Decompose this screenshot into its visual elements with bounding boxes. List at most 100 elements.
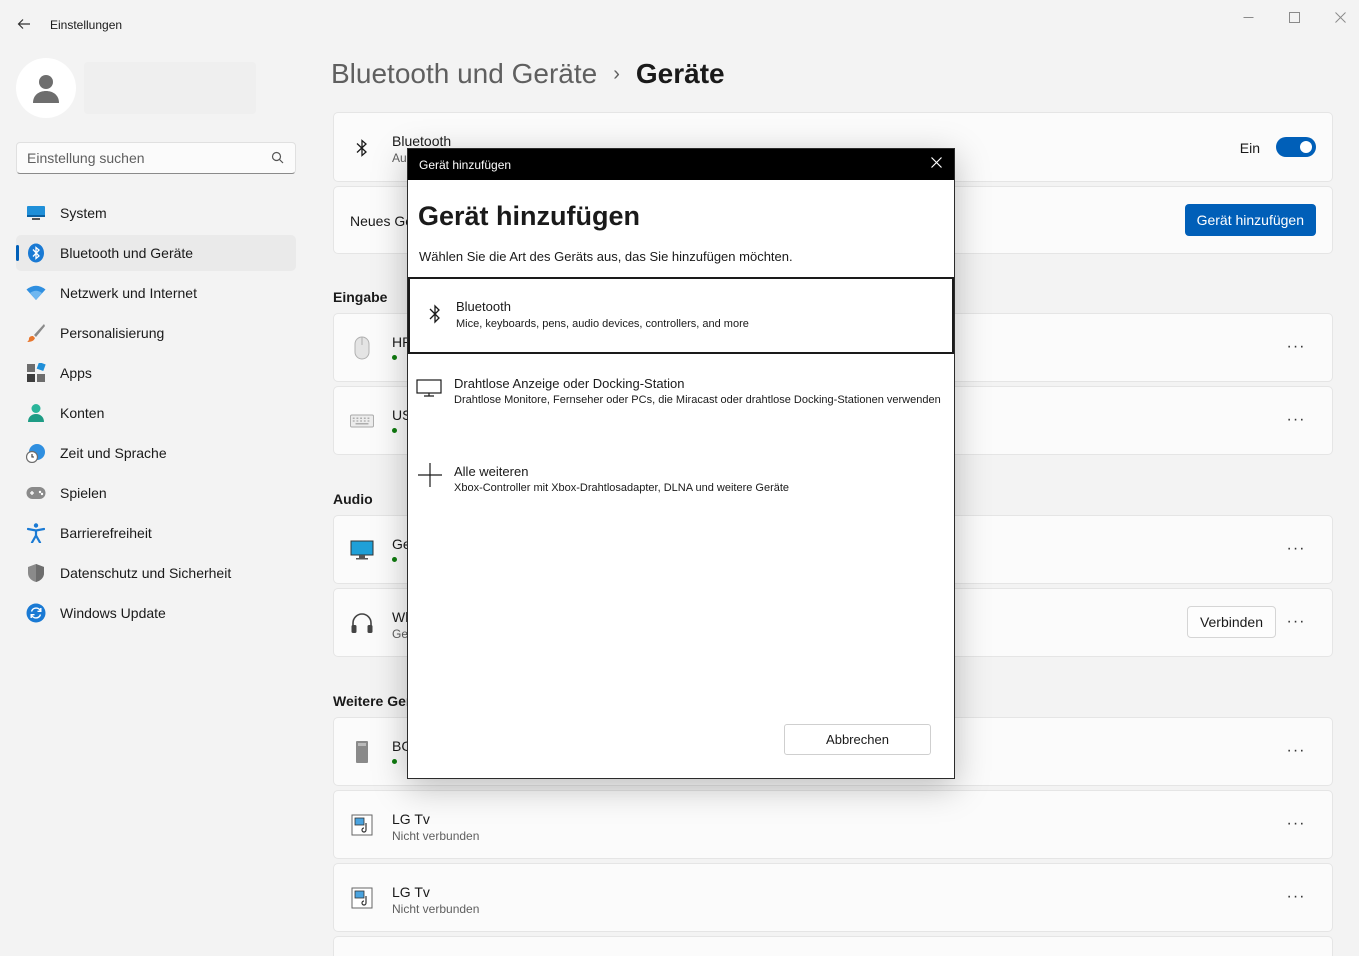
bluetooth-icon: [26, 243, 46, 263]
sidebar-item-label: Datenschutz und Sicherheit: [60, 565, 232, 581]
section-title-input: Eingabe: [333, 289, 388, 305]
more-options-button[interactable]: ···: [1286, 411, 1306, 431]
more-options-button[interactable]: ···: [1286, 815, 1306, 835]
option-description: Xbox-Controller mit Xbox-Drahtlosadapter…: [454, 482, 790, 494]
close-window-button[interactable]: [1320, 6, 1359, 28]
breadcrumb: Bluetooth und Geräte › Geräte: [331, 58, 725, 90]
more-options-button[interactable]: ···: [1286, 613, 1306, 633]
avatar[interactable]: [16, 58, 76, 118]
brush-icon: [26, 323, 46, 343]
connected-indicator: [392, 557, 397, 562]
keyboard-icon: [350, 409, 374, 433]
cancel-button[interactable]: Abbrechen: [784, 724, 931, 755]
bluetooth-icon: [350, 136, 374, 160]
device-name: LG Tv: [392, 884, 430, 900]
search-input[interactable]: [27, 150, 271, 166]
sidebar-item-gaming[interactable]: Spielen: [16, 475, 296, 511]
bluetooth-icon: [422, 301, 448, 327]
sidebar-item-label: Zeit und Sprache: [60, 445, 167, 461]
app-title: Einstellungen: [50, 18, 123, 32]
add-device-dialog: Gerät hinzufügen Gerät hinzufügen Wählen…: [407, 148, 955, 779]
connect-button[interactable]: Verbinden: [1186, 606, 1276, 638]
sidebar-item-windows-update[interactable]: Windows Update: [16, 595, 296, 631]
wifi-icon: [26, 283, 46, 303]
update-icon: [26, 603, 46, 623]
gamepad-icon: [26, 483, 46, 503]
sidebar-item-accounts[interactable]: Konten: [16, 395, 296, 431]
media-device-icon: [350, 813, 374, 837]
add-device-button[interactable]: Gerät hinzufügen: [1184, 204, 1316, 236]
accessibility-icon: [26, 523, 46, 543]
device-card[interactable]: LG Tv Nicht verbunden ···: [333, 790, 1333, 859]
account-icon: [26, 403, 46, 423]
option-description: Drahtlose Monitore, Fernseher oder PCs, …: [454, 394, 941, 406]
option-bluetooth[interactable]: Bluetooth Mice, keyboards, pens, audio d…: [408, 277, 954, 354]
title-bar: Einstellungen: [0, 0, 1359, 50]
sidebar-item-label: Konten: [60, 405, 105, 421]
monitor-icon: [26, 203, 46, 223]
device-card[interactable]: LG Tv Nicht verbunden ···: [333, 863, 1333, 932]
sidebar-nav: System Bluetooth und Geräte Netzwerk und…: [16, 195, 296, 635]
device-card[interactable]: [333, 936, 1333, 956]
more-options-button[interactable]: ···: [1286, 888, 1306, 908]
sidebar-item-label: Netzwerk und Internet: [60, 285, 197, 301]
sidebar-item-label: Barrierefreiheit: [60, 525, 152, 541]
dialog-description: Wählen Sie die Art des Geräts aus, das S…: [419, 249, 793, 264]
option-wireless-display[interactable]: Drahtlose Anzeige oder Docking-Station D…: [408, 369, 954, 439]
back-arrow-icon[interactable]: [12, 12, 36, 36]
plus-icon: [417, 462, 443, 488]
page-title: Geräte: [635, 58, 725, 89]
bluetooth-subtitle: Au: [392, 151, 407, 165]
sidebar-item-accessibility[interactable]: Barrierefreiheit: [16, 515, 296, 551]
apps-icon: [26, 363, 46, 383]
dialog-title-bar: Gerät hinzufügen: [408, 149, 954, 180]
tower-icon: [350, 740, 374, 764]
search-box[interactable]: [16, 142, 296, 174]
display-icon: [350, 538, 374, 562]
option-title: Alle weiteren: [454, 464, 529, 479]
breadcrumb-parent[interactable]: Bluetooth und Geräte: [331, 58, 597, 90]
sidebar-item-label: Bluetooth und Geräte: [60, 245, 194, 261]
option-title: Drahtlose Anzeige oder Docking-Station: [454, 376, 685, 391]
device-status: Nicht verbunden: [392, 902, 480, 916]
more-options-button[interactable]: ···: [1286, 540, 1306, 560]
device-name: LG Tv: [392, 811, 430, 827]
close-icon[interactable]: [926, 154, 946, 174]
sidebar-item-network[interactable]: Netzwerk und Internet: [16, 275, 296, 311]
toggle-state-label: Ein: [1239, 140, 1260, 156]
search-icon[interactable]: [271, 151, 285, 165]
sidebar-item-system[interactable]: System: [16, 195, 296, 231]
bluetooth-toggle[interactable]: [1276, 137, 1316, 157]
bluetooth-title: Bluetooth: [392, 133, 452, 149]
media-device-icon: [350, 886, 374, 910]
sidebar-item-label: Spielen: [60, 485, 107, 501]
headphones-icon: [350, 611, 374, 635]
minimize-button[interactable]: [1228, 6, 1268, 28]
profile-name-placeholder: [84, 62, 256, 114]
globe-clock-icon: [26, 443, 46, 463]
sidebar-item-label: Windows Update: [60, 605, 166, 621]
add-device-title: Neues Ge: [350, 213, 414, 229]
option-title: Bluetooth: [456, 299, 511, 314]
maximize-button[interactable]: [1274, 6, 1314, 28]
option-everything-else[interactable]: Alle weiteren Xbox-Controller mit Xbox-D…: [408, 457, 954, 507]
more-options-button[interactable]: ···: [1286, 338, 1306, 358]
section-title-other: Weitere Ger: [333, 693, 412, 709]
user-icon: [33, 75, 59, 103]
dialog-heading: Gerät hinzufügen: [418, 201, 640, 231]
sidebar-item-label: System: [60, 205, 107, 221]
dialog-title: Gerät hinzufügen: [419, 158, 512, 172]
mouse-icon: [350, 336, 374, 360]
sidebar-item-time-language[interactable]: Zeit und Sprache: [16, 435, 296, 471]
sidebar-item-personalization[interactable]: Personalisierung: [16, 315, 296, 351]
shield-icon: [26, 563, 46, 583]
connected-indicator: [392, 759, 397, 764]
sidebar-item-label: Apps: [60, 365, 92, 381]
sidebar-item-privacy[interactable]: Datenschutz und Sicherheit: [16, 555, 296, 591]
sidebar-item-apps[interactable]: Apps: [16, 355, 296, 391]
connected-indicator: [392, 428, 397, 433]
more-options-button[interactable]: ···: [1286, 742, 1306, 762]
device-status: Ge: [392, 627, 409, 641]
sidebar-item-bluetooth[interactable]: Bluetooth und Geräte: [16, 235, 296, 271]
option-description: Mice, keyboards, pens, audio devices, co…: [456, 318, 749, 330]
